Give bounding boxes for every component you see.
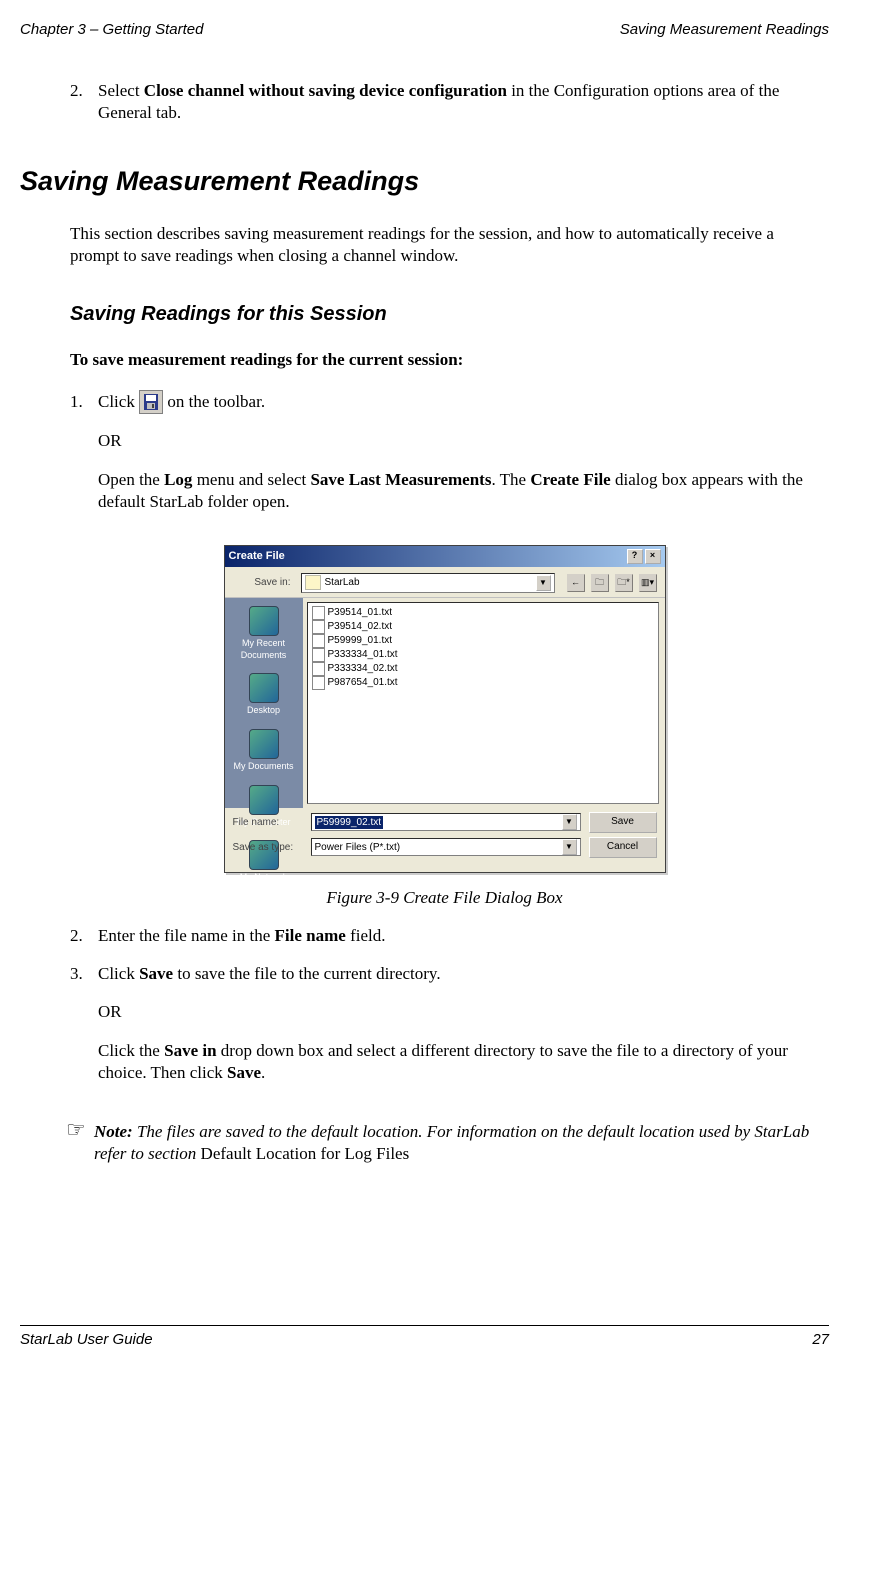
- save-in-label: Save in:: [233, 576, 295, 589]
- list-item[interactable]: P333334_02.txt: [311, 662, 655, 676]
- list-item[interactable]: P39514_02.txt: [311, 620, 655, 634]
- help-button[interactable]: ?: [627, 549, 643, 564]
- dialog-title: Create File: [229, 549, 285, 563]
- file-icon: [312, 676, 325, 690]
- save-as-type-label: Save as type:: [233, 841, 303, 854]
- page-number: 27: [812, 1330, 829, 1350]
- step-number: 1.: [70, 391, 98, 529]
- figure-caption: Figure 3-9 Create File Dialog Box: [70, 887, 819, 909]
- file-name-label: File name:: [233, 816, 303, 829]
- save-as-type-dropdown[interactable]: Power Files (P*.txt) ▼: [311, 838, 581, 856]
- file-list[interactable]: P39514_01.txt P39514_02.txt P59999_01.tx…: [307, 602, 659, 804]
- step-number: 2.: [70, 80, 98, 124]
- chevron-down-icon: ▼: [562, 814, 577, 830]
- heading-saving-measurement: Saving Measurement Readings: [20, 164, 819, 199]
- intro-step-2: 2. Select Close channel without saving d…: [70, 80, 819, 124]
- place-mydocs[interactable]: My Documents: [225, 725, 303, 781]
- subheading: To save measurement readings for the cur…: [70, 349, 819, 371]
- places-bar: My Recent Documents Desktop My Documents…: [225, 598, 303, 808]
- file-icon: [312, 648, 325, 662]
- back-button[interactable]: ←: [567, 574, 585, 592]
- dialog-titlebar: Create File ? ×: [225, 546, 665, 567]
- bold-phrase: Close channel without saving device conf…: [144, 81, 507, 100]
- save-toolbar-icon: [139, 390, 163, 414]
- header-right: Saving Measurement Readings: [620, 20, 829, 40]
- footer-left: StarLab User Guide: [20, 1330, 153, 1350]
- list-item[interactable]: P987654_01.txt: [311, 676, 655, 690]
- save-button[interactable]: Save: [589, 812, 657, 833]
- step-3: 3. Click Save to save the file to the cu…: [70, 963, 819, 1100]
- place-recent[interactable]: My Recent Documents: [225, 602, 303, 669]
- step-number: 3.: [70, 963, 98, 1100]
- or-text: OR: [98, 430, 819, 452]
- note-label: Note:: [94, 1122, 133, 1141]
- or-text: OR: [98, 1001, 819, 1023]
- step-number: 2.: [70, 925, 98, 947]
- save-in-dropdown[interactable]: StarLab ▼: [301, 573, 555, 593]
- step-2: 2. Enter the file name in the File name …: [70, 925, 819, 947]
- header-left: Chapter 3 – Getting Started: [20, 20, 203, 40]
- view-menu-button[interactable]: ▥▾: [639, 574, 657, 592]
- file-name-field[interactable]: P59999_02.txt ▼: [311, 813, 581, 831]
- up-one-level-button[interactable]: 🗀: [591, 574, 609, 592]
- cancel-button[interactable]: Cancel: [589, 837, 657, 858]
- intro-paragraph: This section describes saving measuremen…: [70, 223, 819, 267]
- file-icon: [312, 620, 325, 634]
- place-desktop[interactable]: Desktop: [225, 669, 303, 725]
- folder-icon: [305, 575, 321, 590]
- note-block: ☞ Note: The files are saved to the defau…: [66, 1121, 819, 1165]
- file-icon: [312, 634, 325, 648]
- list-item[interactable]: P333334_01.txt: [311, 648, 655, 662]
- file-icon: [312, 662, 325, 676]
- create-file-dialog: Create File ? × Save in: StarLab ▼ ← 🗀 🗀…: [224, 545, 666, 873]
- file-icon: [312, 606, 325, 620]
- step-1: 1. Click on the toolbar. OR Open the Log…: [70, 391, 819, 529]
- heading-saving-session: Saving Readings for this Session: [70, 301, 819, 327]
- new-folder-button[interactable]: 🗀*: [615, 574, 633, 592]
- close-button[interactable]: ×: [645, 549, 661, 564]
- pointing-hand-icon: ☞: [66, 1121, 94, 1165]
- list-item[interactable]: P39514_01.txt: [311, 606, 655, 620]
- chevron-down-icon: ▼: [536, 575, 551, 591]
- list-item[interactable]: P59999_01.txt: [311, 634, 655, 648]
- chevron-down-icon: ▼: [562, 839, 577, 855]
